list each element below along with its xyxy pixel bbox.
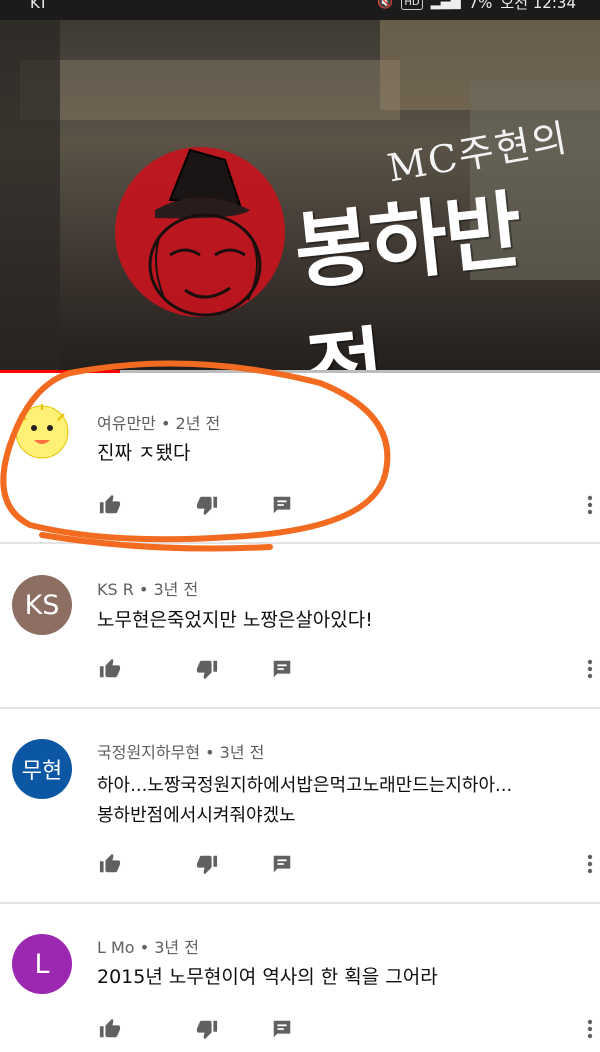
- comment-age: 3년 전: [153, 580, 199, 599]
- background-shape: [20, 60, 400, 120]
- mute-icon: 🔇: [377, 0, 394, 10]
- avatar[interactable]: 무현: [12, 739, 72, 799]
- comment-age: 3년 전: [219, 743, 265, 762]
- like-button[interactable]: [97, 851, 123, 877]
- comment-text: 하아...노짱국정원지하에서밥은먹고노래만드는지하아... 봉하반점에서시켜줘야…: [97, 775, 513, 826]
- avatar-initials: 무현: [21, 759, 63, 784]
- comment-meta: L Mo • 3년 전: [97, 934, 199, 958]
- cartoon-face-illustration: [148, 148, 262, 317]
- avatar[interactable]: [12, 402, 72, 462]
- comment-author[interactable]: KS R: [97, 580, 134, 599]
- comment-author[interactable]: 국정원지하무현: [97, 743, 200, 762]
- comment-actions: [97, 492, 597, 522]
- comment-author[interactable]: 여유만만: [97, 414, 156, 433]
- comment-author[interactable]: L Mo: [97, 938, 135, 957]
- comment-actions: [97, 1016, 597, 1046]
- avatar[interactable]: KS: [12, 575, 72, 635]
- video-overlay-title: 봉하반점: [289, 179, 525, 372]
- thumbs-up-icon: [99, 494, 121, 514]
- reply-button[interactable]: [269, 492, 295, 518]
- thumbs-up-icon: [99, 658, 121, 678]
- comment-item: L L Mo • 3년 전 2015년 노무현이여 역사의 한 획을 그어라: [0, 904, 600, 1052]
- reply-button[interactable]: [269, 851, 295, 877]
- comment-text: 2015년 노무현이여 역사의 한 획을 그어라: [97, 966, 438, 988]
- more-options-button[interactable]: [577, 492, 600, 518]
- thumbs-down-icon: [196, 496, 218, 516]
- dislike-button[interactable]: [194, 851, 220, 877]
- chick-avatar-icon: [15, 404, 69, 459]
- meta-separator: •: [138, 580, 149, 599]
- dislike-button[interactable]: [194, 1016, 220, 1042]
- avatar[interactable]: L: [12, 934, 72, 994]
- status-bar: KT 🔇 HD ▂▄▆ 7% 오전 12:34: [0, 0, 600, 20]
- meta-separator: •: [139, 938, 150, 957]
- thumbs-down-icon: [196, 1020, 218, 1040]
- meta-separator: •: [160, 414, 171, 433]
- more-options-button[interactable]: [577, 851, 600, 877]
- background-shape: [0, 20, 60, 372]
- reply-button[interactable]: [269, 1016, 295, 1042]
- like-button[interactable]: [97, 656, 123, 682]
- video-progress-fill: [0, 370, 120, 373]
- battery-percent: 7%: [468, 0, 493, 12]
- more-vert-icon: [587, 854, 593, 874]
- more-vert-icon: [587, 495, 593, 515]
- comment-item: KS KS R • 3년 전 노무현은죽었지만 노짱은살아있다!: [0, 544, 600, 707]
- thumbs-up-icon: [99, 1018, 121, 1038]
- comment-text: 진짜 ㅈ됐다: [97, 442, 191, 464]
- clock: 오전 12:34: [500, 0, 576, 12]
- comment-icon: [273, 496, 291, 514]
- more-options-button[interactable]: [577, 1016, 600, 1042]
- comment-item: 무현 국정원지하무현 • 3년 전 하아...노짱국정원지하에서밥은먹고노래만드…: [0, 709, 600, 902]
- thumbs-down-icon: [196, 855, 218, 875]
- comment-icon: [273, 660, 291, 678]
- like-button[interactable]: [97, 492, 123, 518]
- video-progress-bar[interactable]: [0, 370, 600, 373]
- comment-icon: [273, 855, 291, 873]
- carrier-label: KT: [30, 0, 48, 12]
- comment-text: 노무현은죽었지만 노짱은살아있다!: [97, 609, 373, 631]
- meta-separator: •: [205, 743, 215, 762]
- comment-meta: 국정원지하무현 • 3년 전: [97, 739, 264, 763]
- video-player[interactable]: MC주현의 봉하반점: [0, 20, 600, 372]
- signal-icon: ▂▄▆: [430, 0, 461, 10]
- comment-icon: [273, 1020, 291, 1038]
- avatar-initials: KS: [24, 589, 60, 621]
- avatar-initials: L: [34, 948, 50, 980]
- reply-button[interactable]: [269, 656, 295, 682]
- more-options-button[interactable]: [577, 656, 600, 682]
- comment-actions: [97, 656, 597, 686]
- like-button[interactable]: [97, 1016, 123, 1042]
- comment-meta: KS R • 3년 전: [97, 576, 198, 600]
- thumbs-up-icon: [99, 853, 121, 873]
- comment-age: 2년 전: [175, 414, 221, 433]
- comment-actions: [97, 851, 597, 881]
- dislike-button[interactable]: [194, 656, 220, 682]
- comment-item: 여유만만 • 2년 전 진짜 ㅈ됐다: [0, 374, 600, 542]
- comment-age: 3년 전: [154, 938, 199, 957]
- hd-voice-icon: HD: [401, 0, 423, 10]
- dislike-button[interactable]: [194, 492, 220, 518]
- comment-meta: 여유만만 • 2년 전: [97, 410, 220, 434]
- more-vert-icon: [587, 1019, 593, 1039]
- thumbs-down-icon: [196, 660, 218, 680]
- more-vert-icon: [587, 659, 593, 679]
